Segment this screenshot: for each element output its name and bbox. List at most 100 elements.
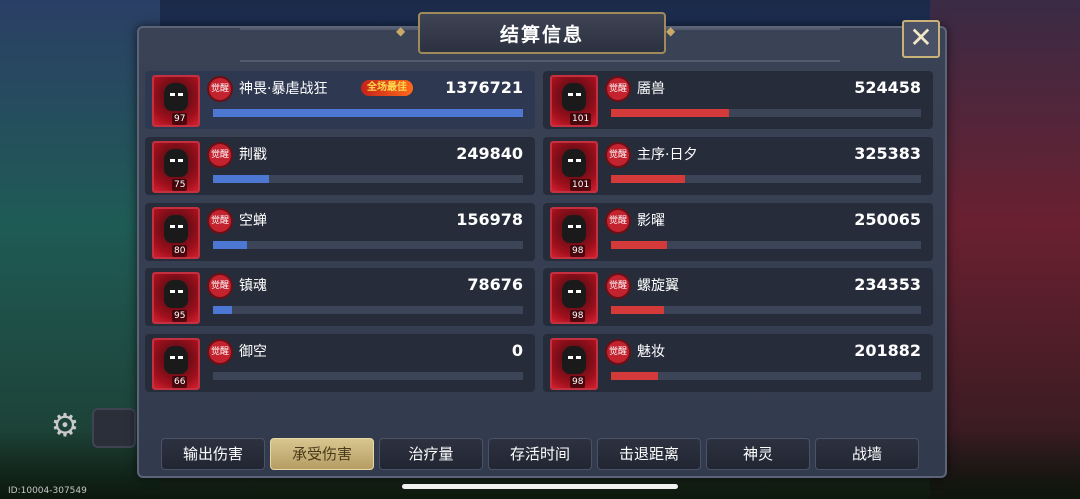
tab-1[interactable]: 输出伤害 bbox=[161, 438, 265, 470]
player-name: 神畏·暴虐战狂 bbox=[239, 81, 328, 97]
avatar[interactable]: 98 bbox=[550, 207, 598, 259]
tab-6[interactable]: 神灵 bbox=[706, 438, 810, 470]
player-row-right-5[interactable]: 98 觉醒 魅妆 201882 bbox=[543, 334, 933, 392]
close-button[interactable]: ✕ bbox=[902, 20, 940, 58]
avatar-face bbox=[164, 215, 188, 243]
awake-icon: 觉醒 bbox=[209, 341, 231, 363]
tab-5[interactable]: 击退距离 bbox=[597, 438, 701, 470]
awake-icon: 觉醒 bbox=[209, 78, 231, 100]
stat-bar-fill bbox=[611, 109, 729, 117]
player-name: 御空 bbox=[239, 344, 267, 360]
awake-icon: 觉醒 bbox=[607, 78, 629, 100]
avatar-face bbox=[562, 280, 586, 308]
tab-7[interactable]: 战墙 bbox=[815, 438, 919, 470]
home-indicator[interactable] bbox=[402, 484, 678, 489]
player-row-right-3[interactable]: 98 觉醒 影曜 250065 bbox=[543, 203, 933, 261]
stat-value: 234353 bbox=[854, 275, 921, 294]
stat-bar-fill bbox=[611, 372, 658, 380]
player-row-right-1[interactable]: 101 觉醒 靥兽 524458 bbox=[543, 71, 933, 129]
player-name: 影曜 bbox=[637, 213, 665, 229]
avatar-eye bbox=[170, 225, 175, 228]
avatar-face bbox=[164, 83, 188, 111]
title-wing-left-icon: ◆ bbox=[396, 24, 406, 38]
stat-bar-track bbox=[611, 306, 921, 314]
player-name: 螺旋翼 bbox=[637, 278, 679, 294]
player-row-left-4[interactable]: 95 觉醒 镇魂 78676 bbox=[145, 268, 535, 326]
stat-bar-fill bbox=[611, 306, 664, 314]
page-title: 结算信息 bbox=[499, 23, 584, 46]
avatar-face bbox=[562, 346, 586, 374]
mvp-badge: 全场最佳 bbox=[361, 80, 413, 96]
avatar[interactable]: 95 bbox=[152, 272, 200, 324]
avatar-face bbox=[562, 215, 586, 243]
stat-bar-fill bbox=[213, 306, 232, 314]
stat-bar-fill bbox=[213, 175, 269, 183]
stat-bar-track bbox=[213, 109, 523, 117]
stat-value: 1376721 bbox=[445, 78, 523, 97]
awake-icon: 觉醒 bbox=[209, 275, 231, 297]
avatar-eye bbox=[170, 356, 175, 359]
awake-icon: 觉醒 bbox=[607, 341, 629, 363]
stat-bar-fill bbox=[213, 241, 248, 249]
stat-value: 201882 bbox=[854, 341, 921, 360]
background-button[interactable] bbox=[92, 408, 136, 448]
avatar-eye bbox=[178, 356, 183, 359]
avatar[interactable]: 66 bbox=[152, 338, 200, 390]
player-name: 靥兽 bbox=[637, 81, 665, 97]
avatar-eye bbox=[178, 159, 183, 162]
avatar-eye bbox=[568, 225, 573, 228]
avatar[interactable]: 97 bbox=[152, 75, 200, 127]
avatar-eye bbox=[576, 93, 581, 96]
avatar-eye bbox=[576, 356, 581, 359]
stat-bar-track bbox=[611, 372, 921, 380]
avatar[interactable]: 98 bbox=[550, 338, 598, 390]
avatar[interactable]: 80 bbox=[152, 207, 200, 259]
level-badge: 75 bbox=[172, 179, 188, 191]
avatar-eye bbox=[178, 93, 183, 96]
stat-bar-track bbox=[611, 109, 921, 117]
avatar-face bbox=[164, 280, 188, 308]
stat-bar-fill bbox=[611, 175, 686, 183]
level-badge: 98 bbox=[570, 376, 586, 388]
avatar-eye bbox=[568, 93, 573, 96]
player-row-left-2[interactable]: 75 觉醒 荆戳 249840 bbox=[145, 137, 535, 195]
avatar-eye bbox=[170, 290, 175, 293]
gear-icon[interactable]: ⚙ bbox=[48, 408, 82, 442]
tab-3[interactable]: 治疗量 bbox=[379, 438, 483, 470]
avatar-eye bbox=[576, 290, 581, 293]
level-badge: 98 bbox=[570, 245, 586, 257]
player-row-left-3[interactable]: 80 觉醒 空蝉 156978 bbox=[145, 203, 535, 261]
awake-icon: 觉醒 bbox=[209, 210, 231, 232]
stat-bar-track bbox=[213, 372, 523, 380]
player-name: 空蝉 bbox=[239, 213, 267, 229]
avatar-face bbox=[164, 346, 188, 374]
avatar-eye bbox=[568, 356, 573, 359]
player-name: 主序·日夕 bbox=[637, 147, 698, 163]
stat-value: 524458 bbox=[854, 78, 921, 97]
level-badge: 101 bbox=[570, 113, 592, 125]
level-badge: 98 bbox=[570, 310, 586, 322]
stat-value: 249840 bbox=[456, 144, 523, 163]
stat-bar-fill bbox=[213, 109, 523, 117]
avatar[interactable]: 101 bbox=[550, 75, 598, 127]
level-badge: 97 bbox=[172, 113, 188, 125]
avatar[interactable]: 75 bbox=[152, 141, 200, 193]
close-icon: ✕ bbox=[909, 21, 933, 54]
player-row-left-5[interactable]: 66 觉醒 御空 0 bbox=[145, 334, 535, 392]
player-row-right-4[interactable]: 98 觉醒 螺旋翼 234353 bbox=[543, 268, 933, 326]
awake-icon: 觉醒 bbox=[607, 275, 629, 297]
player-row-right-2[interactable]: 101 觉醒 主序·日夕 325383 bbox=[543, 137, 933, 195]
avatar[interactable]: 101 bbox=[550, 141, 598, 193]
stat-bar-fill bbox=[611, 241, 667, 249]
stat-bar-track bbox=[213, 306, 523, 314]
stat-value: 0 bbox=[511, 341, 523, 360]
avatar-eye bbox=[178, 290, 183, 293]
avatar-eye bbox=[576, 225, 581, 228]
player-row-left-1[interactable]: 97 觉醒 神畏·暴虐战狂 全场最佳 1376721 bbox=[145, 71, 535, 129]
avatar-eye bbox=[170, 159, 175, 162]
tab-4[interactable]: 存活时间 bbox=[488, 438, 592, 470]
tab-2[interactable]: 承受伤害 bbox=[270, 438, 374, 470]
title-banner: 结算信息 bbox=[418, 12, 666, 54]
player-name: 魅妆 bbox=[637, 344, 665, 360]
avatar[interactable]: 98 bbox=[550, 272, 598, 324]
